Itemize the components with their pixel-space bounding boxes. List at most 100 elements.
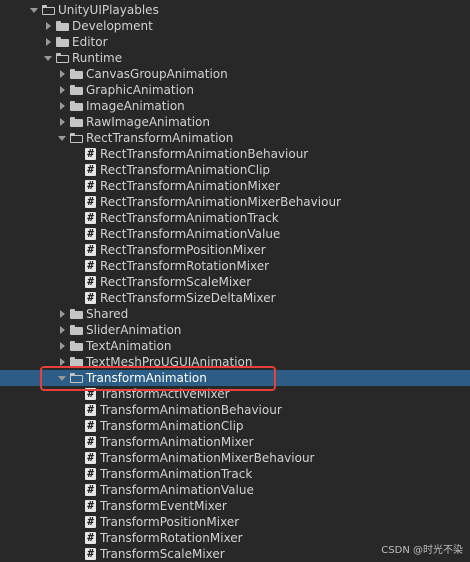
- tree-row-runtime[interactable]: Runtime: [0, 50, 470, 66]
- csharp-script-icon: [85, 211, 96, 224]
- script-row[interactable]: TransformAnimationMixerBehaviour: [0, 450, 470, 466]
- folder-icon: [70, 69, 83, 79]
- script-label: TransformAnimationClip: [100, 419, 244, 433]
- script-label: RectTransformScaleMixer: [100, 275, 252, 289]
- script-row[interactable]: TransformAnimationMixer: [0, 434, 470, 450]
- tree-row-graphicanimation[interactable]: GraphicAnimation: [0, 82, 470, 98]
- tree-row-slideranimation[interactable]: SliderAnimation: [0, 322, 470, 338]
- folder-label: Editor: [72, 35, 108, 49]
- script-label: RectTransformAnimationTrack: [100, 211, 279, 225]
- collapse-arrow-icon[interactable]: [56, 82, 68, 98]
- expand-arrow-icon[interactable]: [56, 130, 68, 146]
- highlight-annotation: [40, 366, 276, 391]
- script-row[interactable]: RectTransformAnimationValue: [0, 226, 470, 242]
- collapse-arrow-icon[interactable]: [56, 66, 68, 82]
- folder-icon: [56, 21, 69, 31]
- script-row[interactable]: RectTransformPositionMixer: [0, 242, 470, 258]
- script-label: TransformPositionMixer: [100, 515, 240, 529]
- csharp-script-icon: [85, 243, 96, 256]
- folder-icon: [70, 101, 83, 111]
- script-row[interactable]: RectTransformScaleMixer: [0, 274, 470, 290]
- script-row[interactable]: RectTransformAnimationBehaviour: [0, 146, 470, 162]
- folder-label: Shared: [86, 307, 129, 321]
- script-row[interactable]: RectTransformRotationMixer: [0, 258, 470, 274]
- project-tree: UnityUIPlayables Development Editor Runt…: [0, 2, 470, 562]
- folder-label: CanvasGroupAnimation: [86, 67, 228, 81]
- tree-row-recttransformanimation[interactable]: RectTransformAnimation: [0, 130, 470, 146]
- csharp-script-icon: [85, 403, 96, 416]
- folder-label: GraphicAnimation: [86, 83, 194, 97]
- csharp-script-icon: [85, 483, 96, 496]
- tree-row-editor[interactable]: Editor: [0, 34, 470, 50]
- csharp-script-icon: [85, 275, 96, 288]
- csharp-script-icon: [85, 163, 96, 176]
- csharp-script-icon: [85, 515, 96, 528]
- script-label: TransformAnimationMixer: [100, 435, 254, 449]
- tree-row-unityuiplayables[interactable]: UnityUIPlayables: [0, 2, 470, 18]
- script-label: TransformAnimationBehaviour: [100, 403, 282, 417]
- script-row[interactable]: TransformPositionMixer: [0, 514, 470, 530]
- tree-row-shared[interactable]: Shared: [0, 306, 470, 322]
- script-row[interactable]: TransformAnimationBehaviour: [0, 402, 470, 418]
- csharp-script-icon: [85, 195, 96, 208]
- expand-arrow-icon[interactable]: [28, 2, 40, 18]
- csharp-script-icon: [85, 419, 96, 432]
- script-label: RectTransformSizeDeltaMixer: [100, 291, 276, 305]
- collapse-arrow-icon[interactable]: [56, 306, 68, 322]
- csharp-script-icon: [85, 291, 96, 304]
- script-label: TransformAnimationTrack: [100, 467, 253, 481]
- script-label: RectTransformAnimationMixerBehaviour: [100, 195, 341, 209]
- script-label: RectTransformAnimationValue: [100, 227, 281, 241]
- collapse-arrow-icon[interactable]: [42, 18, 54, 34]
- folder-label: SliderAnimation: [86, 323, 182, 337]
- folder-icon: [70, 341, 83, 351]
- folder-label: Development: [72, 19, 153, 33]
- folder-icon: [56, 37, 69, 47]
- script-row[interactable]: TransformAnimationTrack: [0, 466, 470, 482]
- script-row[interactable]: TransformAnimationValue: [0, 482, 470, 498]
- collapse-arrow-icon[interactable]: [56, 338, 68, 354]
- csharp-script-icon: [85, 227, 96, 240]
- csharp-script-icon: [85, 547, 96, 560]
- script-row[interactable]: RectTransformSizeDeltaMixer: [0, 290, 470, 306]
- csharp-script-icon: [85, 259, 96, 272]
- folder-open-icon: [42, 5, 55, 15]
- script-row[interactable]: RectTransformAnimationTrack: [0, 210, 470, 226]
- script-row[interactable]: TransformAnimationClip: [0, 418, 470, 434]
- csharp-script-icon: [85, 499, 96, 512]
- expand-arrow-icon[interactable]: [42, 50, 54, 66]
- collapse-arrow-icon[interactable]: [56, 322, 68, 338]
- folder-label: TextAnimation: [86, 339, 172, 353]
- csharp-script-icon: [85, 531, 96, 544]
- tree-row-canvasgroupanimation[interactable]: CanvasGroupAnimation: [0, 66, 470, 82]
- folder-icon: [70, 325, 83, 335]
- script-label: RectTransformAnimationClip: [100, 163, 271, 177]
- script-row[interactable]: RectTransformAnimationClip: [0, 162, 470, 178]
- script-row[interactable]: TransformEventMixer: [0, 498, 470, 514]
- script-label: TransformAnimationValue: [100, 483, 254, 497]
- csharp-script-icon: [85, 451, 96, 464]
- csharp-script-icon: [85, 467, 96, 480]
- tree-row-rawimageanimation[interactable]: RawImageAnimation: [0, 114, 470, 130]
- folder-label: RawImageAnimation: [86, 115, 211, 129]
- folder-icon: [70, 85, 83, 95]
- tree-row-textanimation[interactable]: TextAnimation: [0, 338, 470, 354]
- script-label: TransformRotationMixer: [100, 531, 243, 545]
- script-label: TransformScaleMixer: [100, 547, 225, 561]
- folder-label: UnityUIPlayables: [58, 3, 159, 17]
- script-row[interactable]: RectTransformAnimationMixerBehaviour: [0, 194, 470, 210]
- watermark: CSDN @时光不染: [381, 545, 463, 556]
- script-label: RectTransformAnimationMixer: [100, 179, 281, 193]
- collapse-arrow-icon[interactable]: [42, 34, 54, 50]
- collapse-arrow-icon[interactable]: [56, 114, 68, 130]
- collapse-arrow-icon[interactable]: [56, 98, 68, 114]
- tree-row-imageanimation[interactable]: ImageAnimation: [0, 98, 470, 114]
- script-label: RectTransformRotationMixer: [100, 259, 270, 273]
- script-label: TransformAnimationMixerBehaviour: [100, 451, 315, 465]
- script-label: RectTransformAnimationBehaviour: [100, 147, 309, 161]
- csharp-script-icon: [85, 147, 96, 160]
- script-row[interactable]: RectTransformAnimationMixer: [0, 178, 470, 194]
- tree-row-development[interactable]: Development: [0, 18, 470, 34]
- folder-open-icon: [56, 53, 69, 63]
- folder-label: ImageAnimation: [86, 99, 185, 113]
